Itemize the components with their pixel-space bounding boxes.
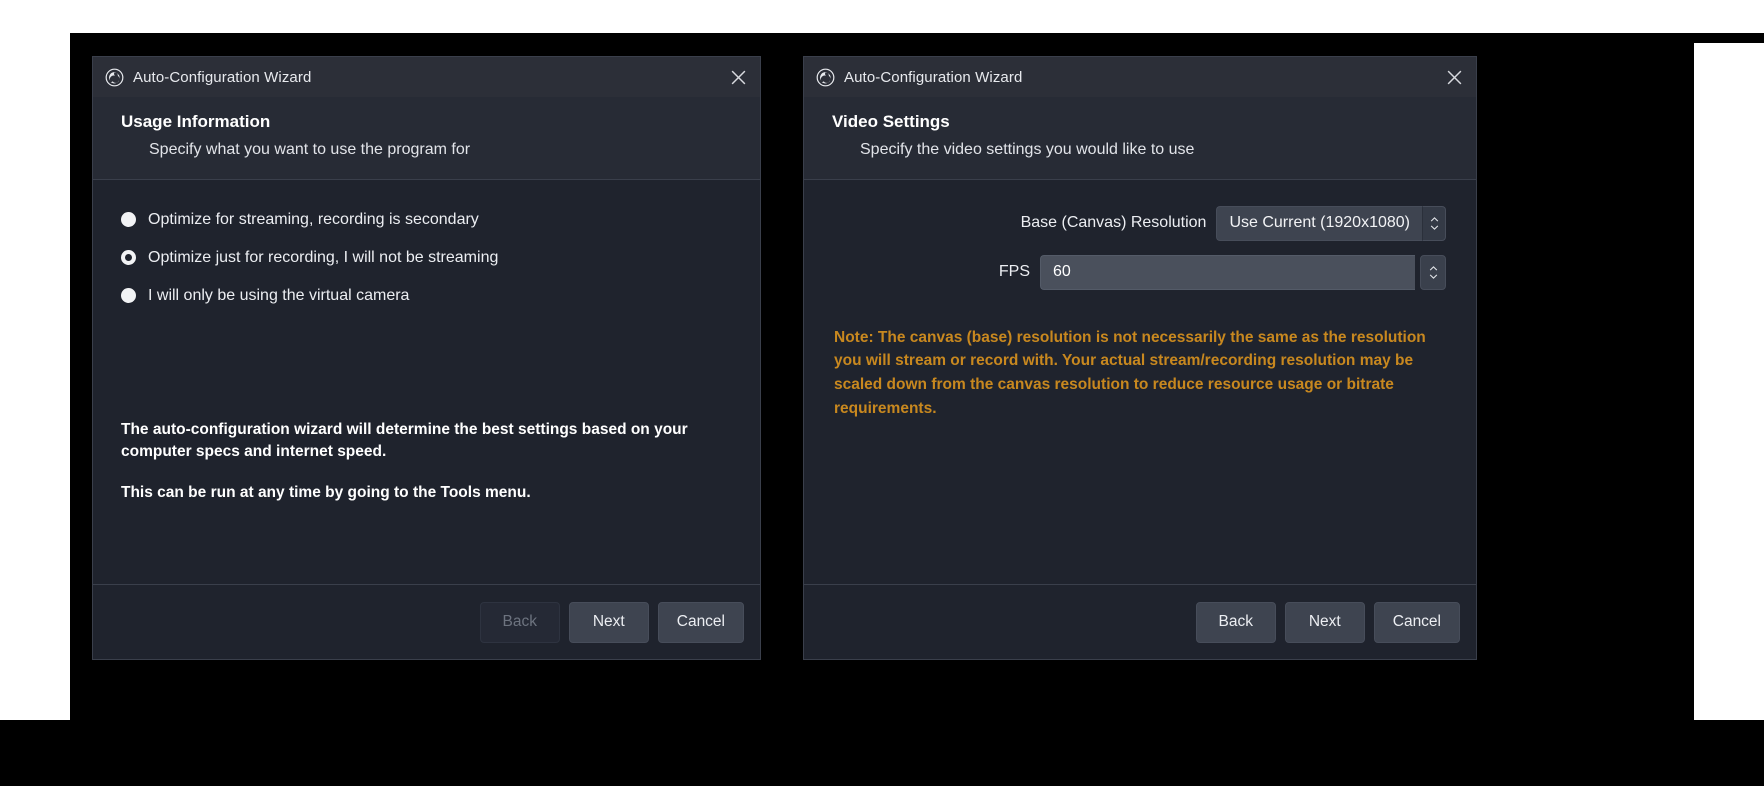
radio-option-label: Optimize for streaming, recording is sec… [148,212,479,228]
usage-radio-group: Optimize for streaming, recording is sec… [93,180,760,308]
cancel-button[interactable]: Cancel [658,602,744,643]
video-settings-dialog: Auto-Configuration Wizard Video Settings… [803,56,1477,660]
left-page-subtitle: Specify what you want to use the program… [93,139,760,161]
resolution-select[interactable]: Use Current (1920x1080) [1216,206,1422,241]
chevron-down-icon [1430,225,1439,230]
next-button[interactable]: Next [569,602,649,643]
screen-root: Auto-Configuration Wizard Usage Informat… [0,0,1764,804]
resolution-label: Base (Canvas) Resolution [1021,214,1207,232]
back-button[interactable]: Back [480,602,560,643]
fps-row: FPS 60 [804,255,1446,290]
left-page-title: Usage Information [93,111,760,134]
right-titlebar[interactable]: Auto-Configuration Wizard [804,57,1476,97]
left-footer: Back Next Cancel [93,584,760,659]
radio-indicator-icon[interactable] [121,212,136,227]
radio-option-label: I will only be using the virtual camera [148,288,409,304]
right-footer: Back Next Cancel [804,584,1476,659]
info-paragraph-gap [121,463,760,482]
right-header: Video Settings Specify the video setting… [804,97,1476,180]
radio-indicator-icon[interactable] [121,288,136,303]
close-button[interactable] [716,57,760,97]
desktop-backdrop-top [70,33,1764,43]
cancel-button[interactable]: Cancel [1374,602,1460,643]
close-icon [1446,69,1463,86]
right-body: Base (Canvas) Resolution Use Current (19… [804,180,1476,584]
next-button[interactable]: Next [1285,602,1365,643]
left-body-spacer [93,322,760,419]
resolution-row: Base (Canvas) Resolution Use Current (19… [804,206,1446,241]
radio-indicator-selected-icon[interactable] [121,250,136,265]
chevron-down-icon [1429,274,1438,279]
video-settings-form: Base (Canvas) Resolution Use Current (19… [804,180,1476,421]
right-window-title: Auto-Configuration Wizard [844,69,1022,86]
chevron-up-icon [1429,266,1438,271]
radio-option-virtual-camera[interactable]: I will only be using the virtual camera [121,284,760,308]
left-window-title: Auto-Configuration Wizard [133,69,311,86]
left-body: Optimize for streaming, recording is sec… [93,180,760,584]
desktop-backdrop-bottom [0,720,1764,786]
canvas-resolution-note: Note: The canvas (base) resolution is no… [834,326,1434,421]
obs-logo-icon [816,68,835,87]
radio-option-streaming[interactable]: Optimize for streaming, recording is sec… [121,208,760,232]
usage-info-text-block: The auto-configuration wizard will deter… [93,419,760,505]
back-button[interactable]: Back [1196,602,1276,643]
info-paragraph-2: This can be run at any time by going to … [121,482,721,504]
radio-option-label: Optimize just for recording, I will not … [148,250,498,266]
chevron-up-icon [1430,217,1439,222]
obs-logo-icon [105,68,124,87]
right-page-subtitle: Specify the video settings you would lik… [804,139,1476,161]
fps-label: FPS [999,263,1030,281]
info-paragraph-1: The auto-configuration wizard will deter… [121,419,721,464]
left-header: Usage Information Specify what you want … [93,97,760,180]
right-page-title: Video Settings [804,111,1476,134]
desktop-white-area-right [1694,43,1764,720]
resolution-spinner[interactable] [1422,206,1446,241]
close-button[interactable] [1432,57,1476,97]
left-titlebar[interactable]: Auto-Configuration Wizard [93,57,760,97]
usage-information-dialog: Auto-Configuration Wizard Usage Informat… [92,56,761,660]
radio-option-recording[interactable]: Optimize just for recording, I will not … [121,246,760,270]
fps-input[interactable]: 60 [1040,255,1415,290]
close-icon [730,69,747,86]
fps-spinner[interactable] [1420,255,1446,290]
